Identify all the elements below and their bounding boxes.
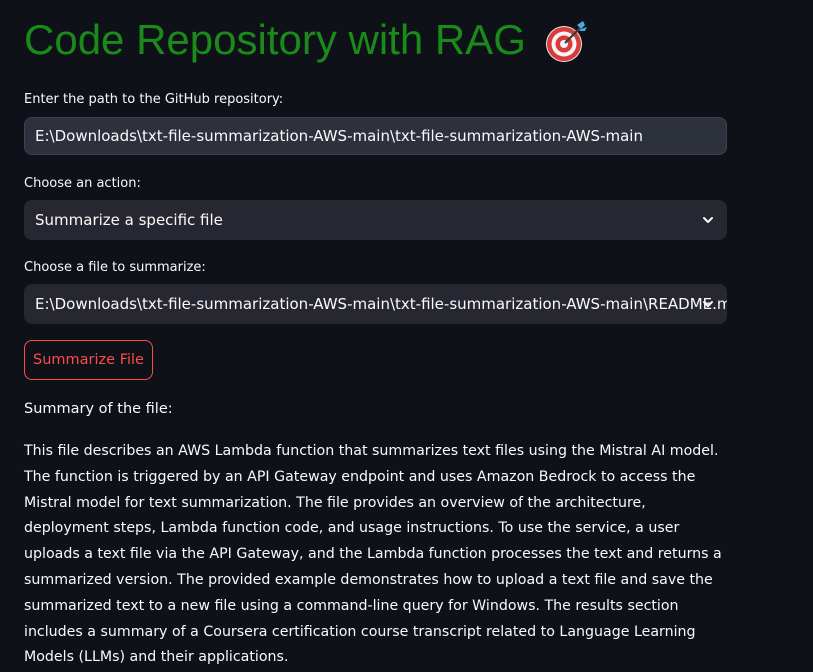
repo-path-input[interactable]: E:\Downloads\txt-file-summarization-AWS-… — [24, 117, 727, 155]
summary-text: This file describes an AWS Lambda functi… — [24, 443, 722, 666]
action-select-value: Summarize a specific file — [35, 211, 223, 229]
chevron-down-icon — [703, 301, 713, 307]
file-select[interactable]: E:\Downloads\txt-file-summarization-AWS-… — [24, 284, 727, 324]
file-select-label: Choose a file to summarize: — [24, 260, 206, 275]
page-title: Code Repository with RAG — [24, 16, 526, 63]
repo-path-label: Enter the path to the GitHub repository: — [24, 92, 284, 107]
chevron-down-icon — [703, 217, 713, 223]
target-icon — [544, 20, 588, 64]
summarize-file-button[interactable]: Summarize File — [24, 340, 153, 380]
action-label: Choose an action: — [24, 176, 141, 191]
page-header: Code Repository with RAG — [24, 14, 588, 66]
action-select[interactable]: Summarize a specific file — [24, 200, 727, 240]
file-select-value: E:\Downloads\txt-file-summarization-AWS-… — [35, 295, 727, 313]
summary-heading: Summary of the file: — [24, 401, 173, 417]
